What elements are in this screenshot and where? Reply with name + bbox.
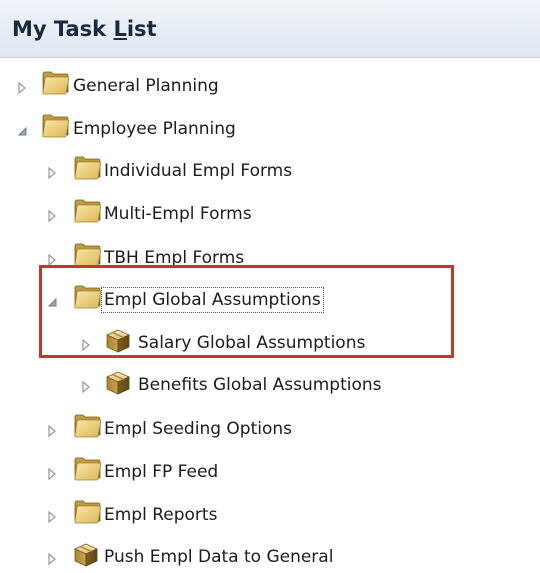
tree-item-label[interactable]: Empl Reports bbox=[104, 505, 217, 525]
tree-item-label[interactable]: Push Empl Data to General bbox=[104, 547, 333, 567]
cube-icon bbox=[104, 369, 132, 397]
tree-row[interactable]: Individual Empl Forms bbox=[0, 151, 540, 187]
folder-icon bbox=[40, 70, 70, 96]
tree-item-label[interactable]: Multi-Empl Forms bbox=[104, 204, 252, 224]
highlight-box bbox=[39, 265, 454, 358]
expand-arrow-icon[interactable] bbox=[16, 79, 28, 95]
tree-row[interactable]: Multi-Empl Forms bbox=[0, 194, 540, 230]
expand-arrow-icon[interactable] bbox=[46, 465, 58, 481]
title-text-suffix: ist bbox=[126, 17, 157, 41]
tree-row[interactable]: Empl Reports bbox=[0, 495, 540, 531]
tree-row[interactable]: Push Empl Data to General bbox=[0, 537, 540, 573]
expand-arrow-icon[interactable] bbox=[80, 378, 92, 394]
tree-item-label[interactable]: Benefits Global Assumptions bbox=[138, 375, 382, 395]
tree-item-label[interactable]: Employee Planning bbox=[73, 119, 236, 139]
tree-item-label[interactable]: Empl FP Feed bbox=[104, 462, 218, 482]
tree-row[interactable]: General Planning bbox=[0, 66, 540, 102]
expand-arrow-icon[interactable] bbox=[46, 251, 58, 267]
expand-arrow-icon[interactable] bbox=[46, 508, 58, 524]
folder-icon bbox=[72, 413, 102, 439]
folder-icon bbox=[72, 155, 102, 181]
expand-arrow-icon[interactable] bbox=[46, 422, 58, 438]
panel-title: My Task List bbox=[12, 17, 157, 41]
collapse-arrow-icon[interactable] bbox=[16, 122, 28, 136]
cube-icon bbox=[72, 541, 100, 569]
tree-item-label[interactable]: Empl Seeding Options bbox=[104, 419, 292, 439]
folder-icon bbox=[72, 456, 102, 482]
tree-row[interactable]: Empl FP Feed bbox=[0, 452, 540, 488]
tree-row[interactable]: Benefits Global Assumptions bbox=[0, 365, 540, 401]
tree-row[interactable]: Empl Seeding Options bbox=[0, 409, 540, 445]
title-text: My Task bbox=[12, 17, 114, 41]
tree-item-label[interactable]: Individual Empl Forms bbox=[104, 161, 292, 181]
tree-row[interactable]: Employee Planning bbox=[0, 109, 540, 145]
folder-icon bbox=[72, 198, 102, 224]
title-mnemonic: L bbox=[113, 17, 127, 41]
folder-icon bbox=[40, 113, 70, 139]
expand-arrow-icon[interactable] bbox=[46, 550, 58, 566]
tree-item-label[interactable]: General Planning bbox=[73, 76, 219, 96]
folder-icon bbox=[72, 499, 102, 525]
expand-arrow-icon[interactable] bbox=[46, 164, 58, 180]
panel-header: My Task List bbox=[0, 0, 540, 58]
expand-arrow-icon[interactable] bbox=[46, 207, 58, 223]
